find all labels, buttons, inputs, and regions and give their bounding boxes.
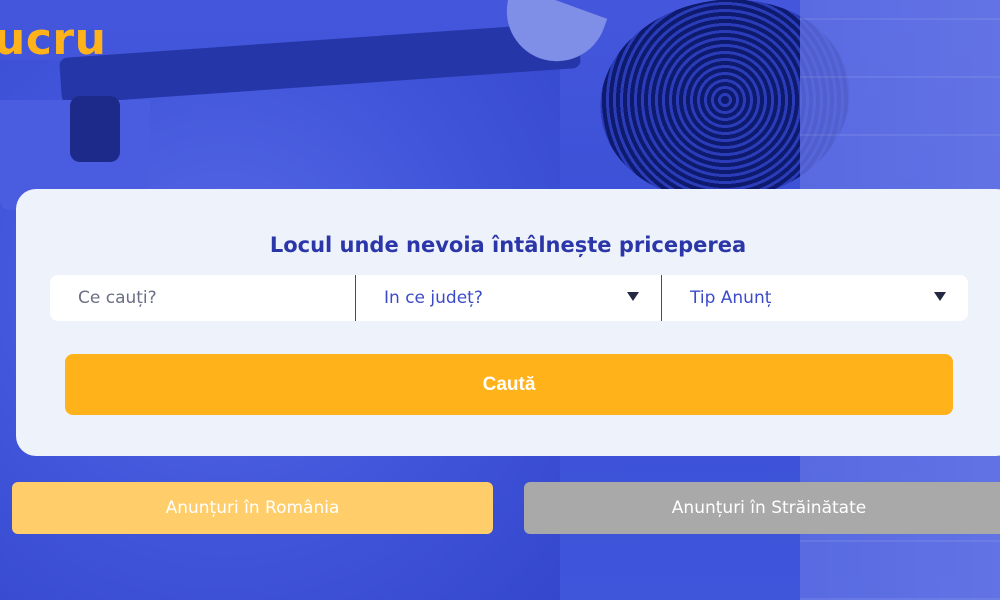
listings-romania-button[interactable]: Anunțuri în România [12,482,493,534]
search-bar: Ce cauți? In ce județ? Tip Anunț [50,275,968,321]
search-button[interactable]: Caută [65,354,953,415]
search-card-title: Locul unde nevoia întâlnește priceperea [269,233,747,257]
county-select[interactable]: In ce județ? [356,275,662,321]
listings-abroad-button[interactable]: Anunțuri în Străinătate [524,482,1000,534]
chevron-down-icon [934,292,946,301]
search-card: Locul unde nevoia întâlnește priceperea … [16,189,1000,456]
search-input[interactable]: Ce cauți? [50,275,356,321]
county-select-label: In ce județ? [384,288,483,308]
listing-type-select[interactable]: Tip Anunț [662,275,968,321]
chevron-down-icon [627,292,639,301]
listing-type-select-label: Tip Anunț [690,288,772,308]
site-logo[interactable]: ucru [0,14,106,65]
